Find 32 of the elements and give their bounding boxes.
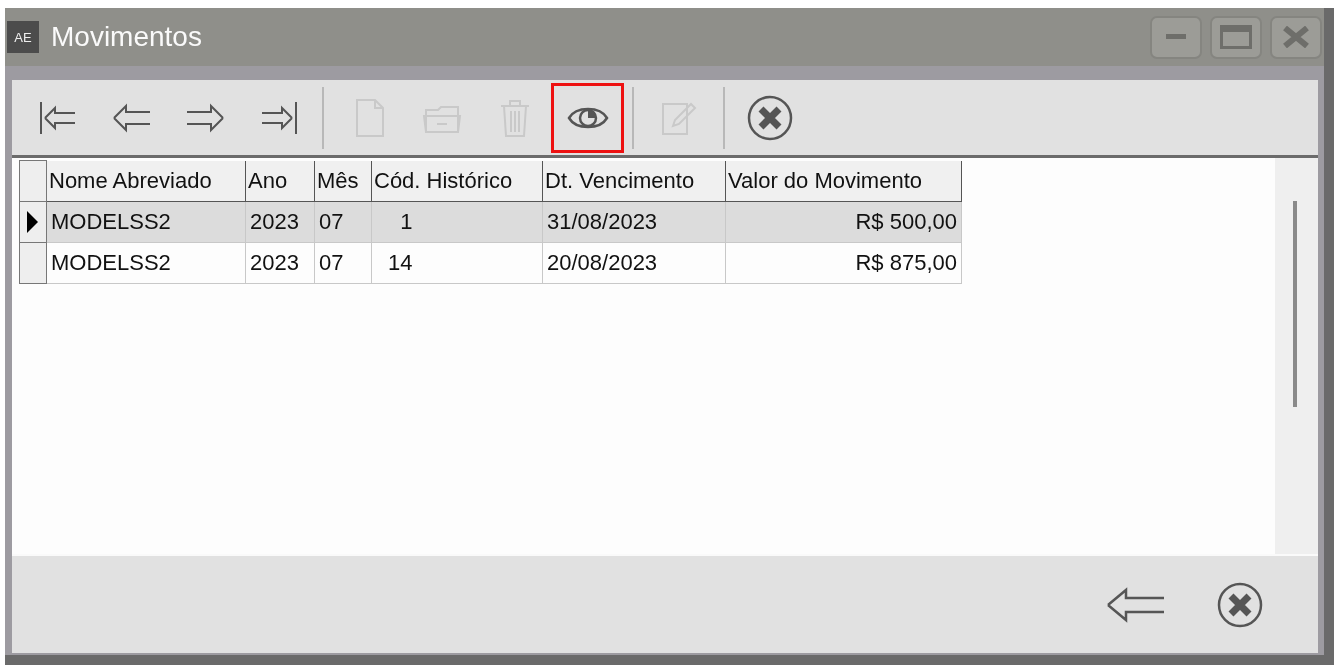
table-cell: MODELSS2	[46, 201, 246, 243]
view-button[interactable]	[551, 82, 624, 153]
table-row[interactable]: MODELSS2 2023 07 14 20/08/2023 R$ 875,00	[19, 242, 962, 284]
column-header[interactable]: Ano	[245, 160, 315, 202]
table-cell: 31/08/2023	[542, 201, 726, 243]
column-header[interactable]: Mês	[314, 160, 372, 202]
table-cell: 07	[314, 242, 372, 284]
header-corner	[19, 160, 47, 202]
column-header[interactable]: Valor do Movimento	[725, 160, 962, 202]
column-header[interactable]: Nome Abreviado	[46, 160, 246, 202]
close-circle-icon	[1216, 580, 1264, 629]
table-cell: 2023	[245, 201, 315, 243]
maximize-icon	[1220, 25, 1252, 49]
table-cell: 20/08/2023	[542, 242, 726, 284]
close-circle-icon	[745, 93, 794, 142]
table-cell: 07	[314, 201, 372, 243]
table-cell: 14	[371, 242, 543, 284]
column-header[interactable]: Cód. Histórico	[371, 160, 543, 202]
window-title: Movimentos	[51, 21, 202, 53]
table-cell: MODELSS2	[46, 242, 246, 284]
table-cell: R$ 500,00	[725, 201, 962, 243]
table-cell: 1	[371, 201, 543, 243]
column-header[interactable]: Dt. Vencimento	[542, 160, 726, 202]
row-indicator[interactable]	[19, 201, 47, 243]
scrollbar-thumb[interactable]	[1293, 201, 1297, 407]
minimize-icon	[1166, 34, 1186, 40]
table-cell: 2023	[245, 242, 315, 284]
table-row[interactable]: MODELSS2 2023 07 1 31/08/2023 R$ 500,00	[19, 201, 962, 243]
app-badge: AE	[7, 21, 39, 53]
scrollbar[interactable]	[1275, 158, 1318, 554]
close-icon	[1282, 26, 1310, 48]
table-cell: R$ 875,00	[725, 242, 962, 284]
